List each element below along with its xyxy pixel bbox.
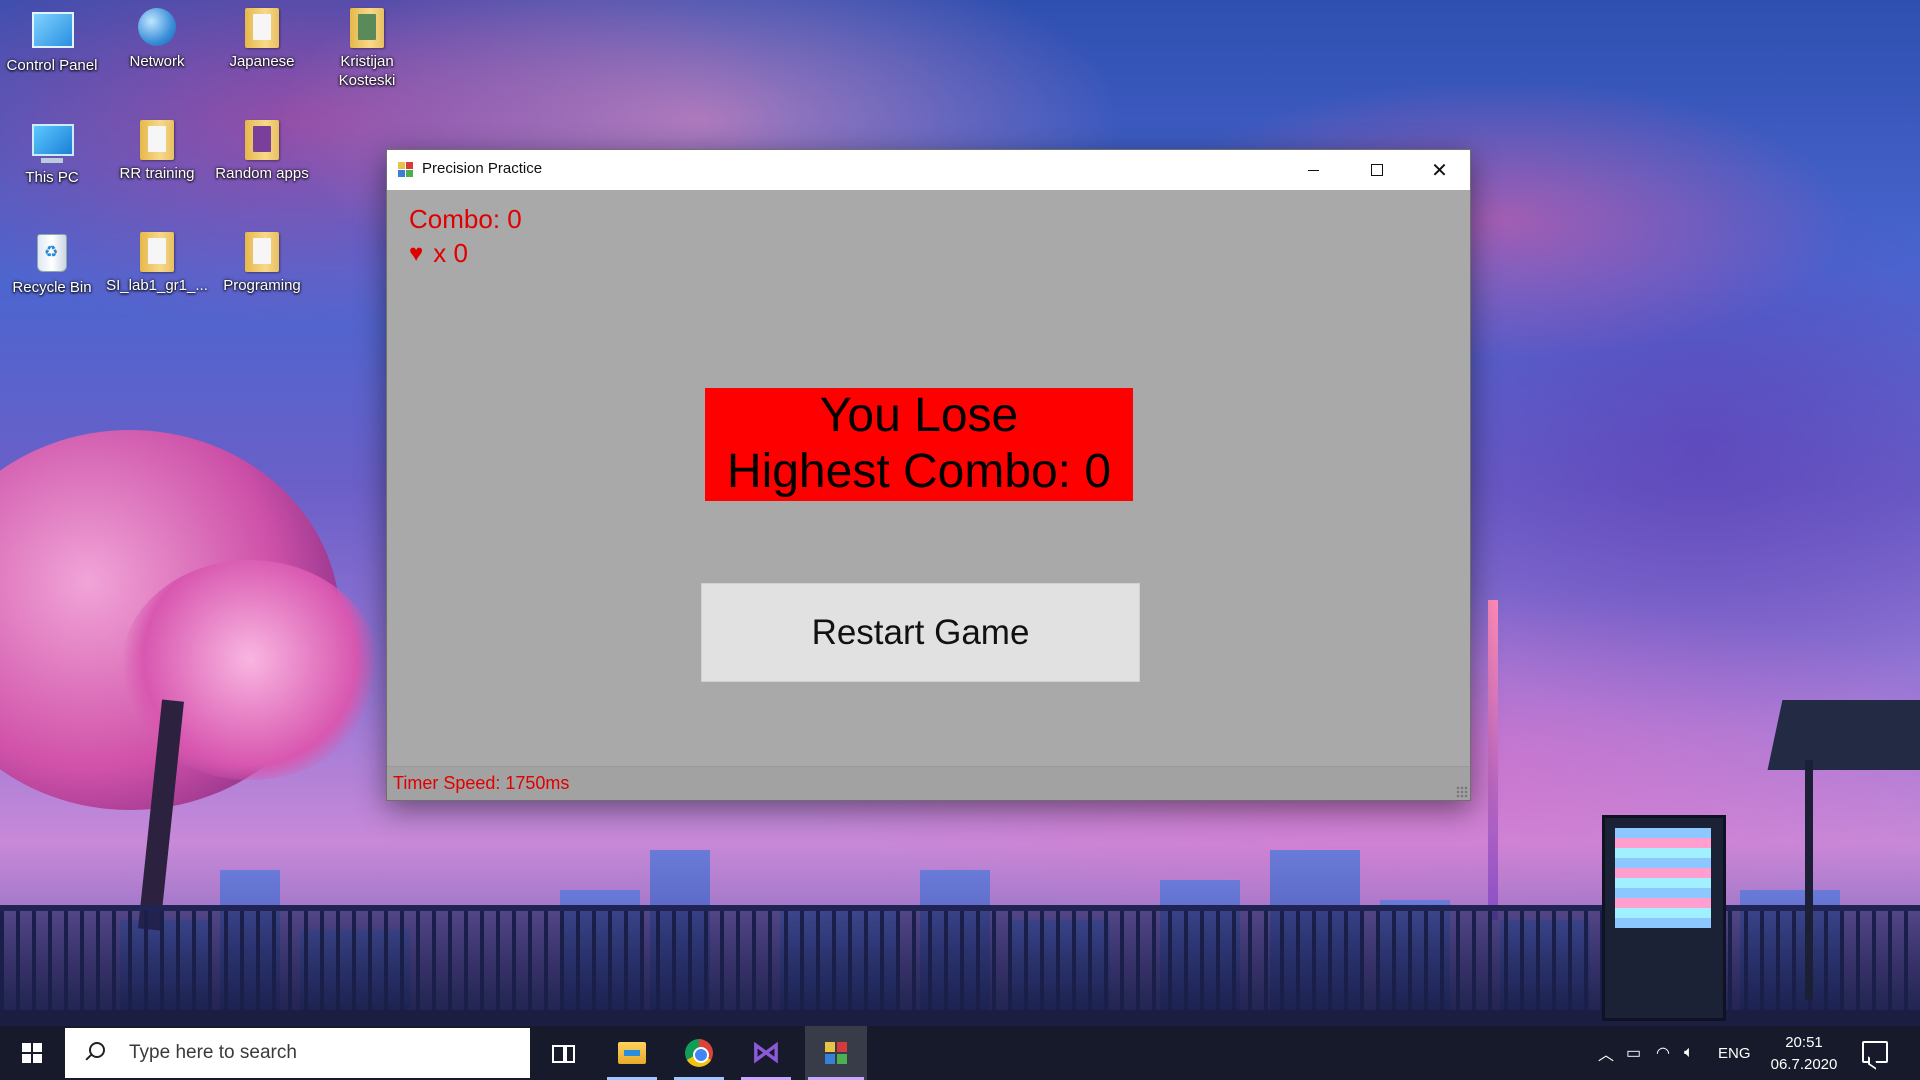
maximize-icon (1370, 164, 1383, 176)
folder-icon (245, 120, 279, 160)
battery-tray-button[interactable]: ▭ (1626, 1026, 1641, 1080)
status-bar: Timer Speed: 1750ms (387, 766, 1470, 800)
desktop-icon-japanese[interactable]: Japanese (210, 8, 314, 71)
windows-logo-icon (22, 1043, 42, 1063)
title-bar[interactable]: Precision Practice ✕ (387, 150, 1470, 190)
clock-time: 20:51 (1785, 1034, 1823, 1051)
chrome-icon (685, 1039, 713, 1067)
close-button[interactable]: ✕ (1408, 150, 1471, 190)
start-button[interactable] (0, 1026, 64, 1080)
volume-tray-button[interactable]: 🔈︎ (1684, 1026, 1694, 1080)
wifi-icon: ◠ (1656, 1045, 1670, 1062)
desktop-icon-si-lab[interactable]: SI_lab1_gr1_... (105, 232, 209, 295)
desktop-icon-kristijan-kosteski[interactable]: Kristijan Kosteski (315, 8, 419, 90)
resize-grip-icon[interactable] (1456, 786, 1468, 798)
control-panel-icon (32, 12, 74, 48)
file-explorer-icon (618, 1042, 646, 1064)
tokyo-tower (1488, 600, 1498, 920)
lives-value: x 0 (433, 238, 468, 268)
minimize-icon (1308, 169, 1319, 171)
taskbar-chrome[interactable] (671, 1026, 727, 1080)
precision-practice-icon (825, 1042, 847, 1064)
language-indicator[interactable]: ENG (1718, 1026, 1751, 1080)
desktop-icon-network[interactable]: Network (105, 8, 209, 71)
heart-icon: ♥ (409, 239, 424, 267)
taskbar-visual-studio[interactable]: ⋈ (738, 1026, 794, 1080)
speaker-icon: 🔈︎ (1684, 1044, 1694, 1061)
taskbar-precision-practice[interactable] (805, 1026, 867, 1080)
folder-icon (140, 120, 174, 160)
notification-center-icon[interactable] (1862, 1041, 1888, 1063)
search-input[interactable] (127, 1041, 511, 1065)
chevron-up-icon: ︿ (1598, 1047, 1615, 1064)
clock-date: 06.7.2020 (1770, 1056, 1838, 1073)
desktop-icon-this-pc[interactable]: This PC (0, 120, 104, 187)
taskbar-file-explorer[interactable] (604, 1026, 660, 1080)
highest-combo-label: Highest Combo: 0 (726, 445, 1112, 498)
folder-icon (245, 8, 279, 48)
desktop-icon-programing[interactable]: Programing (210, 232, 314, 295)
search-icon (83, 1041, 107, 1065)
precision-practice-window: Precision Practice ✕ Combo: 0 ♥ x 0 You … (386, 149, 1471, 801)
task-view-button[interactable] (534, 1026, 590, 1080)
you-lose-label: You Lose (819, 389, 1019, 442)
network-icon (138, 8, 176, 46)
recycle-bin-icon (37, 234, 67, 272)
taskbar-search-box[interactable] (65, 1028, 530, 1078)
network-tray-button[interactable]: ◠ (1656, 1026, 1670, 1080)
user-folder-icon (350, 8, 384, 48)
folder-icon (140, 232, 174, 272)
game-over-panel: You Lose Highest Combo: 0 (705, 388, 1133, 501)
close-icon: ✕ (1431, 158, 1448, 182)
desktop-icon-random-apps[interactable]: Random apps (210, 120, 314, 183)
battery-icon: ▭ (1626, 1045, 1642, 1062)
taskbar: ⋈ ︿ ▭ ◠ 🔈︎ ENG 20:51 06.7.2020 (0, 1026, 1920, 1080)
timer-speed-label: Timer Speed: 1750ms (393, 773, 570, 793)
minimize-button[interactable] (1282, 150, 1345, 190)
maximize-button[interactable] (1345, 150, 1408, 190)
combo-counter: Combo: 0 (409, 204, 522, 234)
lives-counter: ♥ x 0 (409, 238, 468, 269)
taskbar-clock[interactable]: 20:51 06.7.2020 (1754, 1032, 1854, 1076)
bus-shelter (1767, 700, 1920, 1000)
desktop-icon-recycle-bin[interactable]: Recycle Bin (0, 232, 104, 297)
desktop-icon-control-panel[interactable]: Control Panel (0, 8, 104, 75)
desktop-icon-rr-training[interactable]: RR training (105, 120, 209, 183)
visual-studio-icon: ⋈ (751, 1035, 781, 1070)
window-title: Precision Practice (422, 160, 543, 177)
app-icon (398, 162, 414, 178)
restart-game-button[interactable]: Restart Game (701, 583, 1140, 682)
vending-machine (1602, 815, 1726, 1021)
computer-icon (32, 124, 74, 156)
task-view-icon (550, 1043, 575, 1063)
show-hidden-icons-button[interactable]: ︿ (1598, 1026, 1614, 1080)
folder-icon (245, 232, 279, 272)
